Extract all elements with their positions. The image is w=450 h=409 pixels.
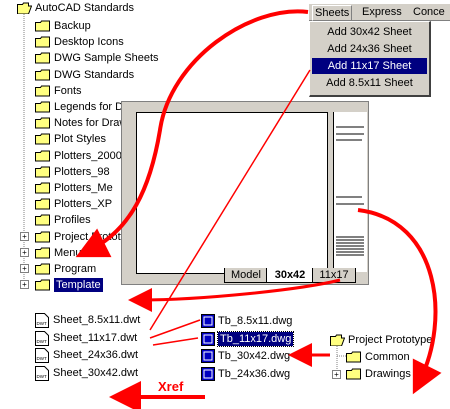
tree-item-label[interactable]: Plotters_Me xyxy=(54,181,113,195)
tree-item-label[interactable]: Legends for D xyxy=(54,100,123,114)
folder-icon xyxy=(35,133,50,145)
folder-icon xyxy=(35,20,50,32)
title-block-lines xyxy=(336,126,364,256)
template-file-label[interactable]: Sheet_30x42.dwt xyxy=(53,366,138,380)
tree-item-label[interactable]: Project Prototy xyxy=(54,230,126,244)
svg-text:DWT: DWT xyxy=(37,321,47,326)
tree-item-label[interactable]: DWG Sample Sheets xyxy=(54,51,159,65)
folder-icon xyxy=(35,279,50,291)
menu-item-label: Add 8.5x11 Sheet xyxy=(326,77,413,89)
folder-icon xyxy=(35,69,50,81)
menu-express[interactable]: Express xyxy=(362,5,402,19)
prototype-common-label[interactable]: Common xyxy=(365,350,410,364)
expand-toggle[interactable]: + xyxy=(332,370,341,379)
folder-icon xyxy=(35,166,50,178)
open-folder-icon xyxy=(330,334,345,346)
tree-item-label[interactable]: Plot Styles xyxy=(54,132,106,146)
folder-icon xyxy=(35,247,50,259)
tree-item-label[interactable]: Desktop Icons xyxy=(54,35,124,49)
xref-label: Xref xyxy=(158,379,184,394)
folder-icon xyxy=(35,263,50,275)
line-dwt-to-tb xyxy=(149,319,201,339)
titleblock-file-label[interactable]: Tb_11x17.dwg xyxy=(216,330,295,347)
dwt-file-icon: DWT xyxy=(35,365,49,381)
tree-item-label[interactable]: Program xyxy=(54,262,96,276)
svg-text:DWT: DWT xyxy=(37,339,47,344)
svg-text:DWT: DWT xyxy=(37,374,47,379)
drawing-preview-window xyxy=(121,101,369,285)
svg-text:DWT: DWT xyxy=(37,356,47,361)
folder-icon xyxy=(346,368,361,380)
tree-item-label[interactable]: Backup xyxy=(54,19,91,33)
dwt-file-icon: DWT xyxy=(35,313,49,328)
tree-item-label[interactable]: Plotters_98 xyxy=(54,165,110,179)
expand-toggle[interactable]: + xyxy=(20,264,29,273)
sheets-dropdown: Add 30x42 Sheet Add 24x36 Sheet Add 11x1… xyxy=(309,21,431,97)
tree-item-label[interactable]: Plotters_XP xyxy=(54,197,112,211)
template-file-label[interactable]: Sheet_11x17.dwt xyxy=(53,331,137,345)
menu-item-add-8-5x11[interactable]: Add 8.5x11 Sheet xyxy=(312,75,427,91)
tree-item-label[interactable]: Notes for Draw xyxy=(54,116,127,130)
tree-item-label[interactable]: DWG Standards xyxy=(54,68,134,82)
tab-model[interactable]: Model xyxy=(224,268,268,283)
expand-toggle[interactable]: + xyxy=(20,247,29,257)
paper-space-sheet xyxy=(136,112,328,274)
folder-icon xyxy=(35,36,50,48)
menu-bar: Sheets Express Conce xyxy=(309,4,450,21)
folder-icon xyxy=(35,85,50,97)
menu-conce[interactable]: Conce xyxy=(413,5,445,19)
tab-30x42[interactable]: 30x42 xyxy=(266,268,314,283)
folder-icon xyxy=(35,117,50,129)
expand-toggle[interactable]: + xyxy=(20,231,29,241)
line-tb-to-dwt xyxy=(152,337,199,346)
folder-icon xyxy=(35,52,50,64)
menu-item-add-30x42[interactable]: Add 30x42 Sheet xyxy=(312,24,427,40)
tree-root-label: AutoCAD Standards xyxy=(35,2,135,14)
tree-item-label[interactable]: Fonts xyxy=(54,84,82,98)
title-block-strip xyxy=(333,112,367,272)
tree-item-label[interactable]: Profiles xyxy=(54,213,91,227)
template-file-label[interactable]: Sheet_8.5x11.dwt xyxy=(53,313,140,327)
titleblock-file-label[interactable]: Tb_24x36.dwg xyxy=(218,367,290,381)
menu-item-label: Add 24x36 Sheet xyxy=(327,43,412,55)
tree-item-label[interactable]: Template xyxy=(54,278,103,293)
dwt-file-icon: DWT xyxy=(35,330,49,346)
titleblock-file-label[interactable]: Tb_30x42.dwg xyxy=(218,349,290,363)
tree-item-label[interactable]: Plotters_2000 xyxy=(54,149,122,163)
menu-item-add-24x36[interactable]: Add 24x36 Sheet xyxy=(312,41,427,57)
tree-item-label[interactable]: Menu xyxy=(54,246,82,260)
menu-item-add-11x17[interactable]: Add 11x17 Sheet xyxy=(312,58,427,74)
folder-icon xyxy=(35,231,50,243)
template-file-label[interactable]: Sheet_24x36.dwt xyxy=(53,348,138,362)
folder-icon xyxy=(35,214,50,226)
dwt-file-icon: DWT xyxy=(35,348,49,363)
expand-toggle[interactable]: + xyxy=(20,280,29,290)
open-folder-icon xyxy=(17,2,32,14)
dwg-file-icon xyxy=(201,366,215,381)
menu-item-label: Add 30x42 Sheet xyxy=(327,26,412,38)
menu-item-label: Add 11x17 Sheet xyxy=(327,60,412,72)
prototype-root-label[interactable]: Project Prototype xyxy=(348,333,432,347)
folder-icon xyxy=(35,101,50,113)
folder-icon xyxy=(35,198,50,210)
dwg-file-icon xyxy=(201,331,215,346)
prototype-drawings-label[interactable]: Drawings xyxy=(365,367,411,381)
titleblock-file-label[interactable]: Tb_8.5x11.dwg xyxy=(218,314,292,328)
folder-icon xyxy=(35,182,50,194)
tab-11x17[interactable]: 11x17 xyxy=(312,268,356,283)
folder-icon xyxy=(346,351,361,363)
menu-sheets[interactable]: Sheets xyxy=(312,5,353,21)
folder-icon xyxy=(35,150,50,162)
dwg-file-icon xyxy=(201,314,215,328)
dwg-file-icon xyxy=(201,349,215,363)
